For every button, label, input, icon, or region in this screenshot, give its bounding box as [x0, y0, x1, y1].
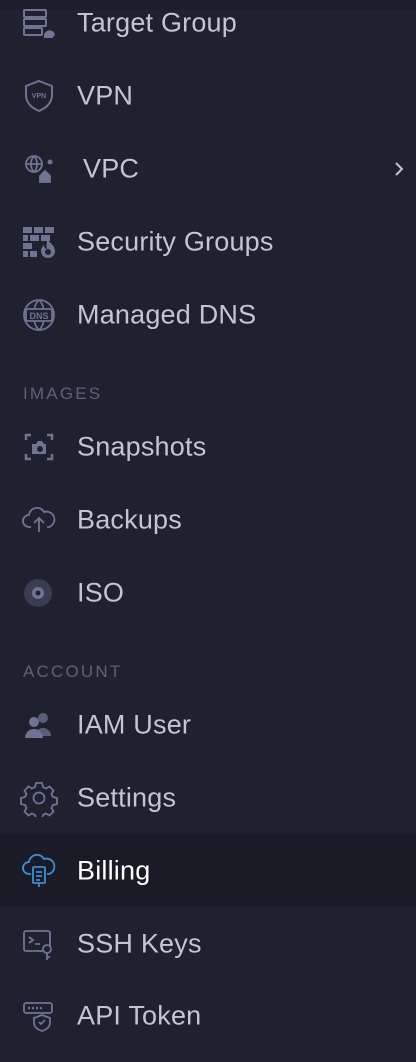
sidebar: Target Group VPN VPN VPC Security Groups…: [0, 0, 416, 1062]
sidebar-item-label: Target Group: [77, 7, 237, 37]
sidebar-item-settings[interactable]: Settings: [0, 761, 416, 834]
sidebar-item-label: Managed DNS: [77, 299, 257, 329]
sidebar-item-api-token[interactable]: API Token: [0, 979, 416, 1052]
api-token-shield-icon: [20, 997, 58, 1035]
section-header-images: IMAGES: [23, 384, 103, 403]
snapshot-camera-icon: [20, 428, 58, 466]
sidebar-item-label: API Token: [77, 1000, 202, 1030]
sidebar-item-label: Backups: [77, 504, 182, 534]
sidebar-item-snapshots[interactable]: Snapshots: [0, 410, 416, 483]
sidebar-item-iso[interactable]: ISO: [0, 556, 416, 629]
vpn-icon-text: VPN: [32, 93, 46, 100]
users-icon: [20, 706, 58, 744]
sidebar-item-label: VPN: [77, 80, 134, 110]
section-header-account: ACCOUNT: [23, 662, 123, 681]
gear-icon: [20, 779, 58, 817]
sidebar-item-label: Billing: [77, 855, 151, 885]
sidebar-item-target-group[interactable]: Target Group: [0, 0, 416, 59]
disc-icon: [20, 574, 58, 612]
sidebar-item-iam-user[interactable]: IAM User: [0, 688, 416, 761]
sidebar-item-security-groups[interactable]: Security Groups: [0, 205, 416, 278]
sidebar-item-managed-dns[interactable]: DNS Managed DNS: [0, 278, 416, 351]
cloud-upload-icon: [20, 501, 58, 539]
sidebar-item-label: SSH Keys: [77, 928, 202, 958]
sidebar-item-label: Security Groups: [77, 226, 274, 256]
sidebar-item-vpc[interactable]: VPC: [0, 132, 416, 205]
sidebar-item-backups[interactable]: Backups: [0, 483, 416, 556]
sidebar-item-label: Settings: [77, 782, 177, 812]
terminal-key-icon: [20, 925, 58, 963]
sidebar-item-vpn[interactable]: VPN VPN: [0, 59, 416, 132]
sidebar-item-label: IAM User: [77, 709, 192, 739]
vpc-network-icon: [20, 150, 58, 188]
sidebar-item-label: Snapshots: [77, 431, 207, 461]
vpn-shield-icon: VPN: [20, 77, 58, 115]
cloud-billing-icon: [20, 852, 58, 890]
sidebar-item-billing[interactable]: Billing: [0, 834, 416, 907]
sidebar-item-ssh-keys[interactable]: SSH Keys: [0, 907, 416, 980]
chevron-right-icon[interactable]: [392, 159, 406, 179]
dns-icon-text: DNS: [29, 311, 48, 321]
sidebar-item-label: ISO: [77, 577, 125, 607]
dns-globe-icon: DNS: [20, 296, 58, 334]
firewall-icon: [20, 223, 58, 261]
target-group-icon: [20, 4, 58, 42]
sidebar-item-label: VPC: [83, 153, 140, 183]
